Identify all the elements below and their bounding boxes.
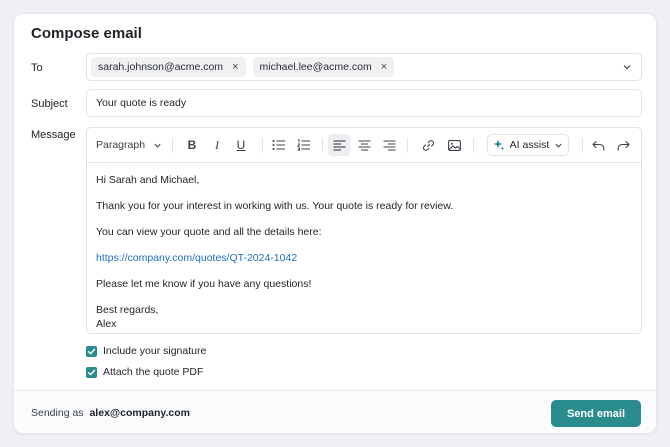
remove-recipient-button[interactable]: × <box>381 61 387 73</box>
subject-label: Subject <box>31 98 68 110</box>
link-icon <box>422 139 434 151</box>
numbered-list-button[interactable] <box>293 134 315 156</box>
compose-footer: Sending as alex@company.com Send email <box>14 390 656 433</box>
body-paragraph: Thank you for your interest in working w… <box>96 200 454 212</box>
sparkle-icon <box>493 139 505 151</box>
subject-input[interactable]: Your quote is ready <box>86 89 642 117</box>
to-field[interactable]: sarah.johnson@acme.com × michael.lee@acm… <box>86 53 642 81</box>
bullet-list-button[interactable] <box>268 134 290 156</box>
sending-as: Sending as alex@company.com <box>31 407 190 419</box>
compose-email-card: Compose email To sarah.johnson@acme.com … <box>13 13 657 434</box>
toolbar-divider <box>407 138 408 153</box>
paragraph-style-select[interactable]: Paragraph <box>96 134 162 156</box>
body-signature-name: Alex <box>96 318 117 330</box>
align-left-icon <box>333 139 345 151</box>
toolbar-divider <box>172 138 173 153</box>
editor-toolbar: Paragraph B I U AI assist <box>87 128 641 163</box>
body-paragraph: Please let me know if you have any quest… <box>96 278 312 290</box>
toolbar-divider <box>262 138 263 153</box>
paragraph-style-label: Paragraph <box>96 139 146 151</box>
align-center-button[interactable] <box>353 134 375 156</box>
include-signature-checkbox[interactable] <box>86 345 97 357</box>
include-signature-option[interactable]: Include your signature <box>86 345 206 357</box>
attach-pdf-label: Attach the quote PDF <box>103 366 204 378</box>
align-left-button[interactable] <box>328 134 350 156</box>
recipient-email: sarah.johnson@acme.com <box>98 61 224 73</box>
sending-as-label: Sending as <box>31 407 84 419</box>
insert-image-button[interactable] <box>443 134 465 156</box>
include-signature-label: Include your signature <box>103 345 207 357</box>
body-closing: Best regards, <box>96 304 159 316</box>
attach-pdf-option[interactable]: Attach the quote PDF <box>86 366 203 378</box>
underline-button[interactable]: U <box>230 134 252 156</box>
insert-link-button[interactable] <box>417 134 439 156</box>
undo-button[interactable] <box>587 134 609 156</box>
image-icon <box>447 139 461 151</box>
ai-assist-button[interactable]: AI assist <box>487 134 569 156</box>
chevron-down-icon <box>555 143 562 148</box>
body-greeting: Hi Sarah and Michael, <box>96 174 200 186</box>
undo-icon <box>591 140 604 151</box>
quote-link[interactable]: https://company.com/quotes/QT-2024-1042 <box>96 251 632 265</box>
chevron-down-icon <box>154 143 161 148</box>
send-email-button[interactable]: Send email <box>551 400 641 427</box>
numbered-list-icon <box>297 139 310 151</box>
check-icon <box>87 348 96 354</box>
toolbar-divider <box>582 138 583 153</box>
attach-pdf-checkbox[interactable] <box>86 366 97 378</box>
redo-button[interactable] <box>612 134 634 156</box>
message-body[interactable]: Hi Sarah and Michael, Thank you for your… <box>87 163 641 341</box>
sender-email: alex@company.com <box>89 407 190 419</box>
recipient-email: michael.lee@acme.com <box>259 61 372 73</box>
align-center-icon <box>358 139 370 151</box>
recipient-chip: michael.lee@acme.com × <box>252 57 395 77</box>
page-title: Compose email <box>31 25 142 42</box>
bullet-list-icon <box>272 140 285 150</box>
body-paragraph: You can view your quote and all the deta… <box>96 226 322 238</box>
to-label: To <box>31 62 43 74</box>
bold-button[interactable]: B <box>181 134 203 156</box>
chevron-down-icon[interactable] <box>622 62 632 72</box>
recipient-chip: sarah.johnson@acme.com × <box>91 57 246 77</box>
ai-assist-label: AI assist <box>509 139 550 151</box>
toolbar-divider <box>473 138 474 153</box>
toolbar-divider <box>322 138 323 153</box>
align-right-button[interactable] <box>378 134 400 156</box>
check-icon <box>87 369 96 375</box>
italic-button[interactable]: I <box>206 134 228 156</box>
redo-icon <box>617 140 630 151</box>
align-right-icon <box>383 139 395 151</box>
message-label: Message <box>31 129 76 141</box>
remove-recipient-button[interactable]: × <box>232 61 238 73</box>
message-editor: Paragraph B I U AI assist Hi Sarah and M… <box>86 127 642 334</box>
